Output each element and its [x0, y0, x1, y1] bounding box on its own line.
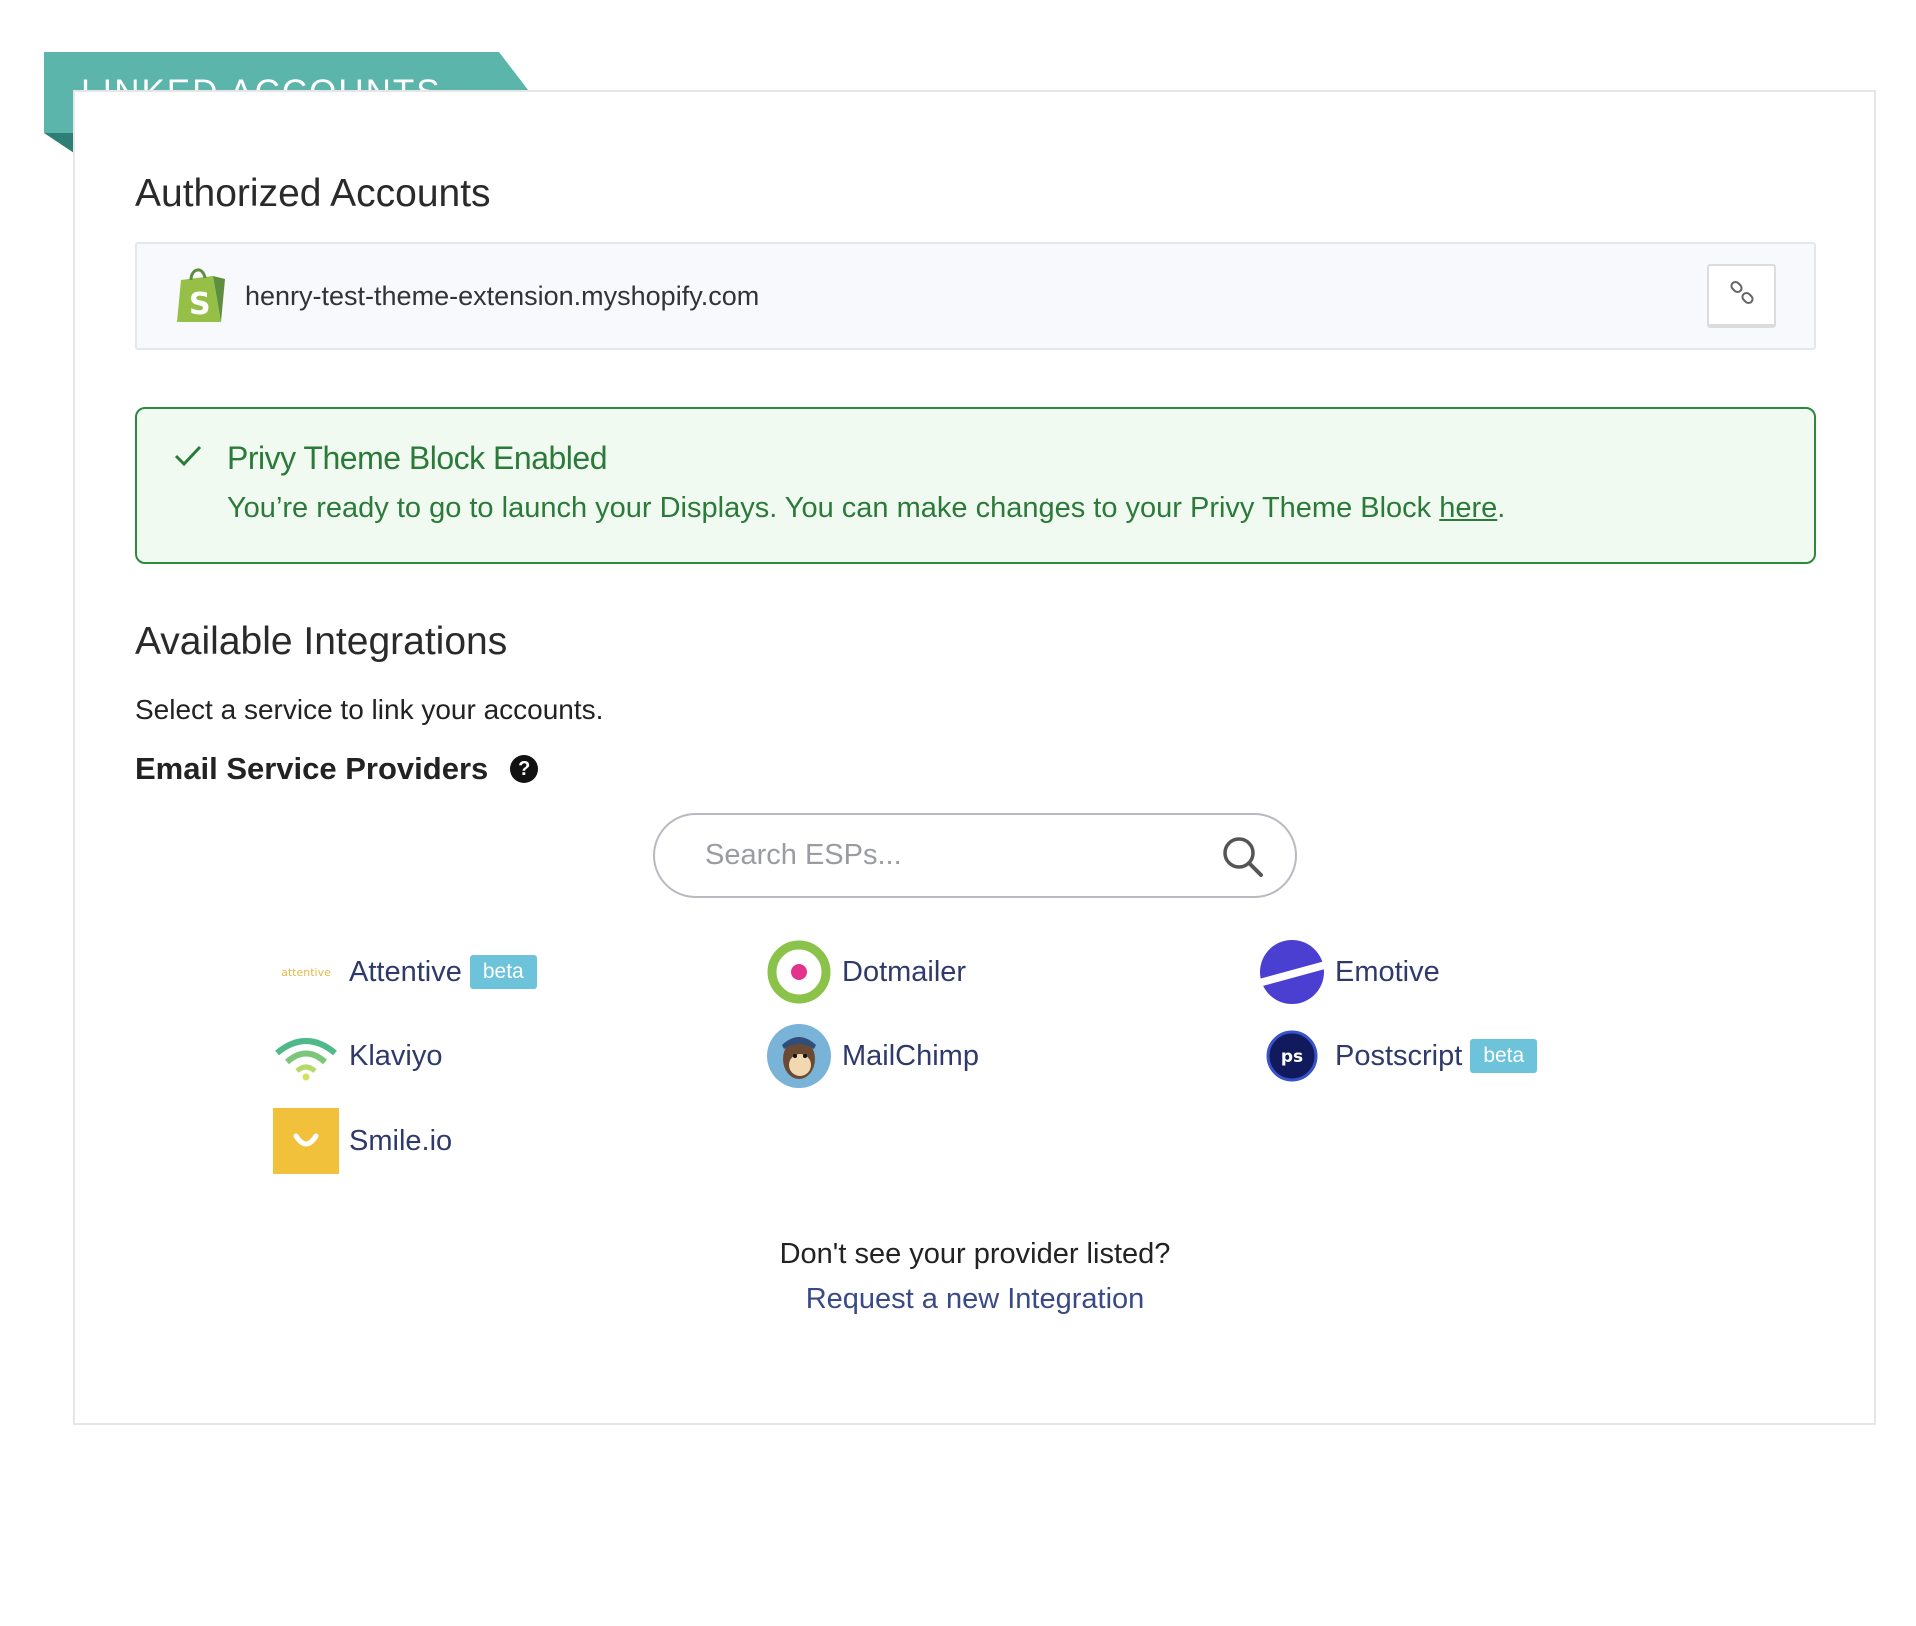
- beta-badge: beta: [1470, 1039, 1538, 1073]
- mailchimp-logo-icon: [766, 1023, 832, 1089]
- alert-body: You’re ready to go to launch your Displa…: [227, 492, 1505, 525]
- integration-attentive[interactable]: attentive Attentive beta: [273, 939, 537, 1005]
- missing-provider-question: Don't see your provider listed?: [779, 1238, 1171, 1270]
- unlink-account-button[interactable]: [1707, 264, 1776, 328]
- postscript-logo-text: ps: [1281, 1047, 1303, 1067]
- account-domain: henry-test-theme-extension.myshopify.com: [245, 280, 760, 311]
- request-integration-link[interactable]: Request a new Integration: [806, 1283, 1145, 1315]
- integration-name: Klaviyo: [349, 1039, 443, 1072]
- emotive-logo-icon: [1259, 939, 1325, 1005]
- available-integrations-subtitle: Select a service to link your accounts.: [135, 694, 604, 725]
- beta-badge: beta: [469, 955, 537, 989]
- unlink-icon: [1728, 279, 1756, 312]
- attentive-logo-icon: attentive: [273, 939, 339, 1005]
- integration-name: Smile.io: [349, 1124, 453, 1157]
- klaviyo-logo-icon: [273, 1023, 339, 1089]
- integration-postscript[interactable]: ps Postscript beta: [1259, 1023, 1538, 1089]
- integration-name: Emotive: [1335, 955, 1440, 988]
- check-icon: [173, 443, 203, 474]
- alert-title: Privy Theme Block Enabled: [227, 440, 607, 476]
- integration-name: MailChimp: [842, 1039, 979, 1072]
- ribbon-fold: [44, 133, 74, 153]
- integration-dotmailer[interactable]: Dotmailer: [766, 939, 966, 1005]
- esp-search: [653, 813, 1297, 898]
- esp-section-title: Email Service Providers ?: [135, 751, 539, 787]
- esp-title-text: Email Service Providers: [135, 751, 489, 786]
- integration-klaviyo[interactable]: Klaviyo: [273, 1023, 443, 1089]
- theme-block-link[interactable]: here: [1439, 492, 1497, 524]
- svg-text:S: S: [189, 287, 211, 322]
- available-integrations-title: Available Integrations: [135, 620, 508, 663]
- integration-name: Dotmailer: [842, 955, 967, 988]
- alert-body-text: You’re ready to go to launch your Displa…: [227, 492, 1440, 524]
- authorized-accounts-title: Authorized Accounts: [135, 172, 491, 215]
- shopify-icon: S: [173, 264, 229, 329]
- request-integration-wrapper: Request a new Integration: [0, 1283, 1916, 1316]
- integration-emotive[interactable]: Emotive: [1259, 939, 1440, 1005]
- help-icon[interactable]: ?: [510, 755, 539, 783]
- integration-smile[interactable]: Smile.io: [273, 1108, 452, 1174]
- esp-search-input[interactable]: [705, 839, 1185, 872]
- smile-logo-icon: [273, 1108, 339, 1174]
- integration-mailchimp[interactable]: MailChimp: [766, 1023, 979, 1089]
- dotmailer-logo-icon: [766, 939, 832, 1005]
- authorized-account-row: S henry-test-theme-extension.myshopify.c…: [135, 242, 1816, 350]
- integration-name: Postscript: [1335, 1039, 1463, 1072]
- alert-body-end: .: [1497, 492, 1506, 524]
- theme-block-alert: Privy Theme Block Enabled You’re ready t…: [135, 407, 1816, 564]
- postscript-logo-icon: ps: [1259, 1023, 1325, 1089]
- search-icon[interactable]: [1221, 835, 1265, 884]
- integration-name: Attentive: [349, 955, 462, 988]
- attentive-logo-text: attentive: [281, 966, 331, 979]
